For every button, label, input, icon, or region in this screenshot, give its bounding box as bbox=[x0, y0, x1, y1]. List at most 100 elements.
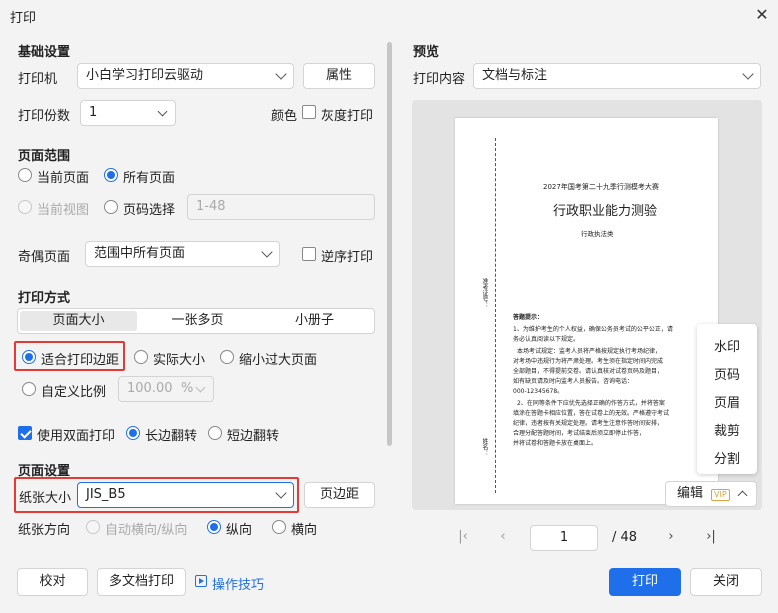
margin-button[interactable]: 页边距 bbox=[304, 482, 375, 508]
edit-button[interactable]: 编辑 VIP bbox=[665, 481, 757, 507]
page-range-input[interactable]: 1-48 bbox=[187, 194, 375, 220]
last-page-icon[interactable]: ›| bbox=[701, 529, 721, 544]
short-edge-label: 短边翻转 bbox=[227, 429, 280, 444]
tips-link[interactable]: 操作技巧 bbox=[212, 574, 264, 593]
chevron-down-icon bbox=[275, 68, 287, 80]
preview-page: 准考证号： 姓名： 2027年国考第二十九季行测模考大赛 行政职业能力测验 行政… bbox=[455, 118, 718, 504]
long-edge-label: 长边翻转 bbox=[145, 429, 198, 444]
print-content-label: 打印内容 bbox=[413, 72, 466, 87]
menu-page-number[interactable]: 页码 bbox=[697, 364, 757, 383]
print-button[interactable]: 打印 bbox=[609, 568, 681, 596]
total-pages: / 48 bbox=[612, 530, 638, 545]
fit-margins-label: 适合打印边距 bbox=[41, 353, 120, 368]
prev-page-icon[interactable]: ‹ bbox=[493, 529, 513, 544]
page-select-label: 页码选择 bbox=[123, 203, 176, 218]
grayscale-label: 灰度打印 bbox=[321, 109, 374, 124]
custom-scale-label: 自定义比例 bbox=[41, 385, 107, 400]
close-icon[interactable]: ✕ bbox=[752, 5, 772, 25]
side-label-exam-id: 准考证号： bbox=[481, 278, 488, 308]
print-content-select[interactable]: 文档与标注 bbox=[473, 63, 761, 89]
notice-line: 对考场中违规行为将严肃处理。考生须在指定时间内完成 bbox=[513, 358, 664, 365]
color-label: 颜色 bbox=[271, 109, 298, 124]
basic-heading: 基础设置 bbox=[18, 45, 71, 60]
menu-crop[interactable]: 裁剪 bbox=[697, 420, 757, 439]
properties-button[interactable]: 属性 bbox=[303, 63, 375, 89]
preview-heading: 预览 bbox=[413, 45, 440, 60]
odd-even-value: 范围中所有页面 bbox=[94, 246, 186, 261]
current-page-radio[interactable] bbox=[18, 168, 32, 182]
reverse-checkbox[interactable] bbox=[302, 247, 316, 261]
shrink-radio[interactable] bbox=[220, 350, 234, 364]
current-page-label: 当前页面 bbox=[37, 171, 90, 186]
chevron-down-icon bbox=[275, 487, 287, 499]
side-label-name: 姓名： bbox=[481, 438, 488, 456]
duplex-checkbox[interactable] bbox=[18, 426, 32, 440]
orientation-label: 纸张方向 bbox=[18, 523, 71, 538]
chevron-up-icon bbox=[737, 490, 748, 501]
portrait-radio[interactable] bbox=[207, 520, 221, 534]
tab-page-size[interactable]: 页面大小 bbox=[20, 311, 137, 331]
chevron-down-icon bbox=[742, 68, 754, 80]
notice-line: 纪律，违者按有关规定处理。请考生注意作答时间安排， bbox=[513, 420, 664, 427]
menu-split[interactable]: 分割 bbox=[697, 448, 757, 467]
fit-margins-radio[interactable] bbox=[22, 350, 36, 364]
close-button[interactable]: 关闭 bbox=[690, 568, 762, 596]
chevron-down-icon bbox=[157, 106, 168, 117]
odd-even-select[interactable]: 范围中所有页面 bbox=[85, 241, 280, 267]
menu-watermark[interactable]: 水印 bbox=[697, 336, 757, 355]
notice-line: 全部题目，不得提前交卷。请认真核对试卷页码及题目， bbox=[513, 368, 664, 375]
notice-line: 务必认真阅读以下规定。 bbox=[513, 336, 580, 343]
notice-line: 2、在同等条件下应优先选择正确的作答方式，并将答案 bbox=[517, 400, 665, 407]
copies-value: 1 bbox=[89, 105, 98, 120]
grayscale-checkbox[interactable] bbox=[302, 105, 316, 119]
custom-scale-radio[interactable] bbox=[22, 382, 36, 396]
printer-value: 小白学习打印云驱动 bbox=[86, 68, 204, 83]
long-edge-radio[interactable] bbox=[126, 426, 140, 440]
notice-line: 本场考试规定：监考人员将严格按规定执行考场纪律， bbox=[517, 348, 662, 355]
doc-title: 行政职业能力测验 bbox=[553, 204, 658, 219]
left-scrollbar[interactable] bbox=[387, 42, 392, 446]
paper-size-select[interactable]: JIS_B5 bbox=[77, 482, 294, 508]
tab-booklet[interactable]: 小册子 bbox=[256, 311, 373, 331]
scale-input[interactable]: 100.00 % bbox=[118, 376, 214, 402]
all-pages-radio[interactable] bbox=[104, 168, 118, 182]
next-page-icon[interactable]: › bbox=[661, 529, 681, 544]
proof-button[interactable]: 校对 bbox=[17, 568, 88, 596]
copies-input[interactable]: 1 bbox=[80, 100, 176, 126]
page-number-input[interactable]: 1 bbox=[530, 525, 598, 551]
title-bar bbox=[0, 0, 778, 32]
printer-label: 打印机 bbox=[18, 72, 58, 87]
actual-size-label: 实际大小 bbox=[153, 353, 206, 368]
tab-multi-page[interactable]: 一张多页 bbox=[139, 311, 256, 331]
notice-line: 如有缺页请及时向监考人员报告。咨询电话： bbox=[513, 378, 634, 385]
landscape-label: 横向 bbox=[291, 523, 318, 538]
notice-line: 并将试卷和答题卡放在桌面上。 bbox=[513, 440, 598, 447]
method-heading: 打印方式 bbox=[18, 291, 71, 306]
window-title: 打印 bbox=[10, 11, 37, 26]
shrink-label: 缩小过大页面 bbox=[239, 353, 318, 368]
doc-category: 行政执法类 bbox=[581, 230, 614, 238]
printer-select[interactable]: 小白学习打印云驱动 bbox=[77, 63, 294, 89]
chevron-down-icon bbox=[195, 382, 206, 393]
odd-even-label: 奇偶页面 bbox=[18, 250, 71, 265]
print-content-value: 文档与标注 bbox=[482, 68, 548, 83]
short-edge-radio[interactable] bbox=[208, 426, 222, 440]
first-page-icon[interactable]: |‹ bbox=[453, 529, 473, 544]
all-pages-label: 所有页面 bbox=[123, 171, 176, 186]
landscape-radio[interactable] bbox=[272, 520, 286, 534]
page-select-radio[interactable] bbox=[104, 200, 118, 214]
multi-doc-button[interactable]: 多文档打印 bbox=[97, 568, 186, 596]
range-heading: 页面范围 bbox=[18, 149, 71, 164]
menu-header[interactable]: 页眉 bbox=[697, 392, 757, 411]
current-view-radio[interactable] bbox=[18, 200, 32, 214]
play-icon[interactable] bbox=[195, 575, 207, 587]
chevron-down-icon bbox=[261, 246, 273, 258]
reverse-label: 逆序打印 bbox=[321, 250, 374, 265]
actual-size-radio[interactable] bbox=[134, 350, 148, 364]
copies-label: 打印份数 bbox=[18, 109, 71, 124]
notice-line: 000-12345678。 bbox=[513, 388, 564, 395]
notice-line: 合理分配答题时间，考试结束后须立即停止作答， bbox=[513, 430, 646, 437]
notice-line: 填涂在答题卡相应位置，答在试卷上的无效。严格遵守考试 bbox=[513, 410, 670, 417]
scale-unit: % bbox=[181, 381, 194, 396]
auto-orient-radio[interactable] bbox=[86, 520, 100, 534]
